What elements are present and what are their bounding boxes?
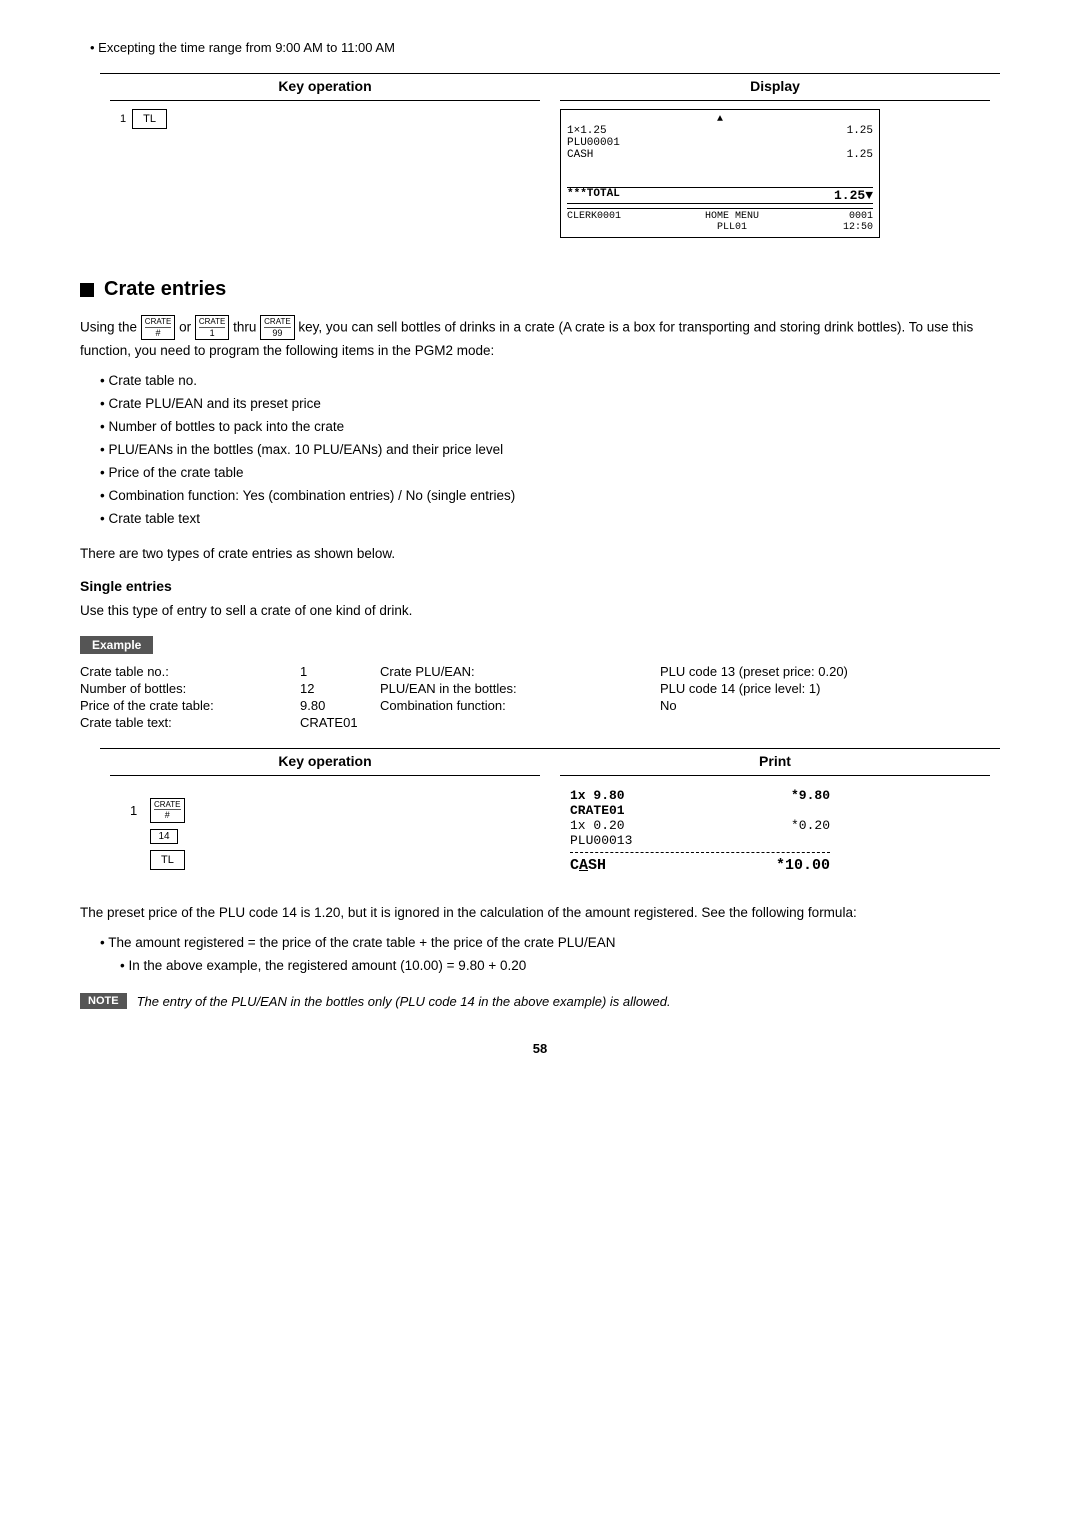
tl-key: TL <box>132 109 167 129</box>
receipt-r1-left: 1x 9.80 <box>570 788 625 803</box>
bullet-crate-table-no: Crate table no. <box>100 370 1000 393</box>
ds-row2-left: PLU00001 <box>567 137 620 149</box>
top-key-display-table: Key operation 1 TL Display ▲ 1×1.25 1.25… <box>100 73 1000 238</box>
params-table: Crate table no.: 1 Crate PLU/EAN: PLU co… <box>80 664 1000 730</box>
ds-row3-left: CASH <box>567 149 593 161</box>
key-steps-area: 1 CRATE # 14 TL <box>110 784 540 884</box>
top-key-operation-col: Key operation 1 TL <box>100 73 550 238</box>
display-row-2: PLU00001 <box>567 137 873 149</box>
crate-entries-section-heading: Crate entries <box>80 278 1000 301</box>
top-display-col: Display ▲ 1×1.25 1.25 PLU00001 CASH 1.25… <box>550 73 1000 238</box>
receipt-r1-right: *9.80 <box>791 788 830 803</box>
receipt-plu: PLU00013 <box>570 833 632 848</box>
receipt-row-2: 1x 0.20 *0.20 <box>570 818 830 833</box>
example-label: Example <box>80 636 153 654</box>
param-value-2: 12 <box>300 681 380 696</box>
crate-key-1: CRATE1 <box>195 315 230 340</box>
receipt-r2-right: *0.20 <box>791 818 830 833</box>
intro-note: • Excepting the time range from 9:00 AM … <box>90 40 1000 55</box>
receipt-cash-value: *10.00 <box>776 857 830 874</box>
two-types-text: There are two types of crate entries as … <box>80 543 1000 565</box>
receipt-mockup: 1x 9.80 *9.80 CRATE01 1x 0.20 *0.20 PLU0… <box>560 784 840 878</box>
print-header: Print <box>560 749 990 776</box>
ds-home-menu: HOME MENU <box>705 211 759 222</box>
ds-clerk: CLERK0001 <box>567 211 621 233</box>
param-label-2: Number of bottles: <box>80 681 300 696</box>
key-step-14: 14 <box>150 829 520 844</box>
receipt-row-crate01: CRATE01 <box>570 803 830 818</box>
ds-row1-right: 1.25 <box>847 125 873 137</box>
bullet-crate-plu-ean: Crate PLU/EAN and its preset price <box>100 393 1000 416</box>
receipt-total: CASH *10.00 <box>570 857 830 874</box>
crate-bullet-list: Crate table no. Crate PLU/EAN and its pr… <box>100 370 1000 531</box>
key-step-1: 1 CRATE # <box>130 798 520 823</box>
param-label-1b: Crate PLU/EAN: <box>380 664 660 679</box>
receipt-cash-label: CASH <box>570 857 606 874</box>
receipt-crate01: CRATE01 <box>570 803 625 818</box>
key-operation-header: Key operation <box>110 749 540 776</box>
display-total: ***TOTAL 1.25▼ <box>567 187 873 204</box>
ds-row1-left: 1×1.25 <box>567 125 607 137</box>
bullet-price-crate: Price of the crate table <box>100 462 1000 485</box>
receipt-r2-left: 1x 0.20 <box>570 818 625 833</box>
ds-num: 0001 <box>843 211 873 222</box>
top-key-operation-header: Key operation <box>110 74 540 101</box>
param-value-2b: PLU code 14 (price level: 1) <box>660 681 1000 696</box>
display-arrow: ▲ <box>567 114 873 125</box>
display-row-1: 1×1.25 1.25 <box>567 125 873 137</box>
receipt-row-1: 1x 9.80 *9.80 <box>570 788 830 803</box>
display-footer: CLERK0001 HOME MENU PLL01 0001 12:50 <box>567 208 873 233</box>
crate-key-99: CRATE99 <box>260 315 295 340</box>
param-value-1: 1 <box>300 664 380 679</box>
param-label-3: Price of the crate table: <box>80 698 300 713</box>
note-box: NOTE The entry of the PLU/EAN in the bot… <box>80 992 1000 1012</box>
bullet-num-bottles: Number of bottles to pack into the crate <box>100 416 1000 439</box>
note-label: NOTE <box>80 993 127 1009</box>
formula-bullet-1: The amount registered = the price of the… <box>100 932 1000 955</box>
key-1-label: 1 <box>120 113 126 125</box>
key-14: 14 <box>150 829 178 844</box>
top-display-header: Display <box>560 74 990 101</box>
crate-intro-text: Using the CRATE# or CRATE1 thru CRATE99 … <box>80 315 1000 362</box>
single-entries-heading: Single entries <box>80 578 1000 594</box>
param-label-2b: PLU/EAN in the bottles: <box>380 681 660 696</box>
print-col: Print 1x 9.80 *9.80 CRATE01 1x 0.20 *0.2… <box>550 748 1000 884</box>
formula-bullet-2: In the above example, the registered amo… <box>120 955 1000 978</box>
key-tl: TL <box>150 850 185 870</box>
param-label-1: Crate table no.: <box>80 664 300 679</box>
receipt-row-plu: PLU00013 <box>570 833 830 848</box>
ds-pll: PLL01 <box>705 222 759 233</box>
param-label-3b: Combination function: <box>380 698 660 713</box>
section-square-icon <box>80 283 94 297</box>
bullet-combination: Combination function: Yes (combination e… <box>100 485 1000 508</box>
ds-time: 12:50 <box>843 222 873 233</box>
display-screen: ▲ 1×1.25 1.25 PLU00001 CASH 1.25 ***TOTA… <box>560 109 880 238</box>
bullet-crate-text: Crate table text <box>100 508 1000 531</box>
crate-key-step1: CRATE # <box>150 798 185 823</box>
key-step-tl: TL <box>150 850 520 870</box>
formula-bullet-list: The amount registered = the price of the… <box>100 932 1000 978</box>
crate-entries-title: Crate entries <box>104 278 226 301</box>
param-value-3b: No <box>660 698 1000 713</box>
param-value-4: CRATE01 <box>300 715 380 730</box>
key-operation-col: Key operation 1 CRATE # 14 TL <box>100 748 550 884</box>
single-entries-desc: Use this type of entry to sell a crate o… <box>80 600 1000 622</box>
ds-total-value: 1.25▼ <box>834 188 873 203</box>
ds-total-label: ***TOTAL <box>567 188 620 203</box>
key-print-table: Key operation 1 CRATE # 14 TL Print <box>100 748 1000 884</box>
display-row-3: CASH 1.25 <box>567 149 873 161</box>
receipt-divider <box>570 852 830 853</box>
param-label-4: Crate table text: <box>80 715 300 730</box>
note-text: The entry of the PLU/EAN in the bottles … <box>137 992 671 1012</box>
param-value-3: 9.80 <box>300 698 380 713</box>
ds-row3-right: 1.25 <box>847 149 873 161</box>
formula-intro-text: The preset price of the PLU code 14 is 1… <box>80 902 1000 924</box>
top-key-step-tl: 1 TL <box>110 109 540 129</box>
step-number-1: 1 <box>130 803 144 818</box>
page-number: 58 <box>80 1041 1000 1056</box>
crate-key-8: CRATE# <box>141 315 176 340</box>
bullet-plu-eans-bottles: PLU/EANs in the bottles (max. 10 PLU/EAN… <box>100 439 1000 462</box>
param-value-1b: PLU code 13 (preset price: 0.20) <box>660 664 1000 679</box>
